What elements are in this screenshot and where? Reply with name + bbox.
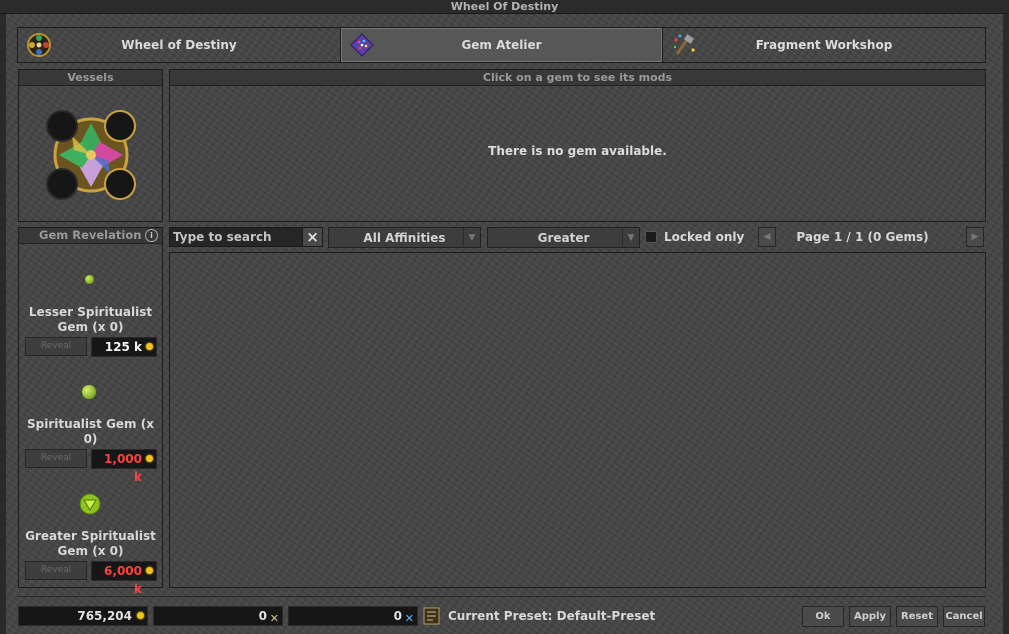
greater-gem-icon	[79, 493, 101, 515]
gem-revelation-title: Gem Revelation	[39, 228, 142, 242]
page-indicator: Page 1 / 1 (0 Gems)	[796, 230, 929, 244]
affinity-dropdown[interactable]: All Affinities ▼	[328, 227, 481, 248]
quality-dropdown[interactable]: Greater ▼	[487, 227, 640, 248]
gem-revelation-header: Gem Revelation i	[19, 228, 162, 244]
search-box: ×	[169, 227, 323, 247]
no-gem-message: There is no gem available.	[488, 144, 667, 158]
lesser-fragments-value: 0	[258, 609, 267, 623]
bottom-divider	[17, 596, 986, 597]
chevron-down-icon: ▼	[622, 228, 639, 248]
locked-only-checkbox[interactable]	[645, 231, 657, 243]
current-preset-label: Current Preset: Default-Preset	[448, 609, 656, 623]
vessel-icon[interactable]	[44, 108, 139, 203]
reveal-spiritualist-button[interactable]: Reveal	[25, 449, 87, 468]
tab-wheel-of-destiny[interactable]: Wheel of Destiny	[18, 28, 341, 62]
tab-gem-atelier[interactable]: Gem Atelier	[341, 28, 663, 62]
gold-coin-icon	[146, 567, 153, 574]
gold-coin-icon	[137, 612, 144, 619]
greater-fragments-value: 0	[393, 609, 402, 623]
next-page-button[interactable]: ▶	[966, 227, 984, 247]
greater-fragments-balance: 0 ✕	[288, 606, 418, 626]
greater-gem-name: Greater Spiritualist Gem (x 0)	[25, 529, 156, 558]
gem-mods-panel: Click on a gem to see its mods There is …	[169, 69, 986, 222]
preset-icon[interactable]	[423, 607, 440, 625]
info-icon[interactable]: i	[145, 229, 158, 242]
cancel-button[interactable]: Cancel	[943, 606, 985, 627]
window-title: Wheel Of Destiny	[0, 0, 1009, 14]
wheel-icon	[27, 33, 51, 57]
lesser-gem-name: Lesser Spiritualist Gem (x 0)	[28, 305, 153, 334]
previous-page-button[interactable]: ◀	[758, 227, 776, 247]
gem-revelation-panel: Gem Revelation i Lesser Spiritualist Gem…	[18, 227, 163, 596]
gold-coin-icon	[146, 343, 153, 350]
spiritualist-gem-price-value: 1,000 k	[104, 452, 142, 484]
tab-label: Wheel of Destiny	[121, 38, 237, 52]
fragment-workshop-icon	[673, 34, 695, 55]
locked-only-label: Locked only	[664, 230, 745, 244]
gem-atelier-icon	[350, 33, 374, 57]
lesser-gem-price-value: 125 k	[104, 340, 142, 354]
lesser-fragment-icon: ✕	[269, 612, 279, 625]
greater-gem-price: 6,000 k	[91, 561, 157, 596]
left-frame-edge	[0, 14, 6, 634]
tab-fragment-workshop[interactable]: Fragment Workshop	[663, 28, 985, 62]
reset-button[interactable]: Reset	[896, 606, 938, 627]
right-frame-edge	[1003, 14, 1009, 634]
vessels-title: Vessels	[19, 70, 162, 86]
affinity-selected: All Affinities	[363, 231, 446, 245]
lesser-gem-icon	[85, 275, 94, 284]
tab-label: Gem Atelier	[461, 38, 542, 52]
search-input[interactable]	[170, 228, 302, 246]
gem-list-area	[169, 252, 986, 588]
gold-balance-value: 765,204	[77, 609, 132, 623]
clear-search-button[interactable]: ×	[302, 228, 322, 246]
quality-selected: Greater	[537, 231, 590, 245]
greater-gem-price-value: 6,000 k	[104, 564, 142, 596]
lesser-gem-price: 125 k	[91, 337, 157, 357]
gold-balance: 765,204	[18, 606, 148, 626]
gold-coin-icon	[146, 455, 153, 462]
spiritualist-gem-icon	[82, 385, 96, 399]
vessels-panel: Vessels	[18, 69, 163, 222]
spiritualist-gem-name: Spiritualist Gem (x 0)	[27, 417, 154, 446]
reveal-lesser-button[interactable]: Reveal	[25, 337, 87, 356]
chevron-down-icon: ▼	[463, 228, 480, 248]
reveal-greater-button[interactable]: Reveal	[25, 561, 87, 580]
greater-fragment-icon: ✕	[404, 612, 414, 625]
spiritualist-gem-price: 1,000 k	[91, 449, 157, 484]
ok-button[interactable]: Ok	[802, 606, 844, 627]
tab-bar: Wheel of Destiny Gem Atelier Fragment Wo…	[17, 27, 986, 63]
tab-label: Fragment Workshop	[755, 38, 893, 52]
lesser-fragments-balance: 0 ✕	[153, 606, 283, 626]
apply-button[interactable]: Apply	[849, 606, 891, 627]
gem-mods-title: Click on a gem to see its mods	[170, 70, 985, 86]
